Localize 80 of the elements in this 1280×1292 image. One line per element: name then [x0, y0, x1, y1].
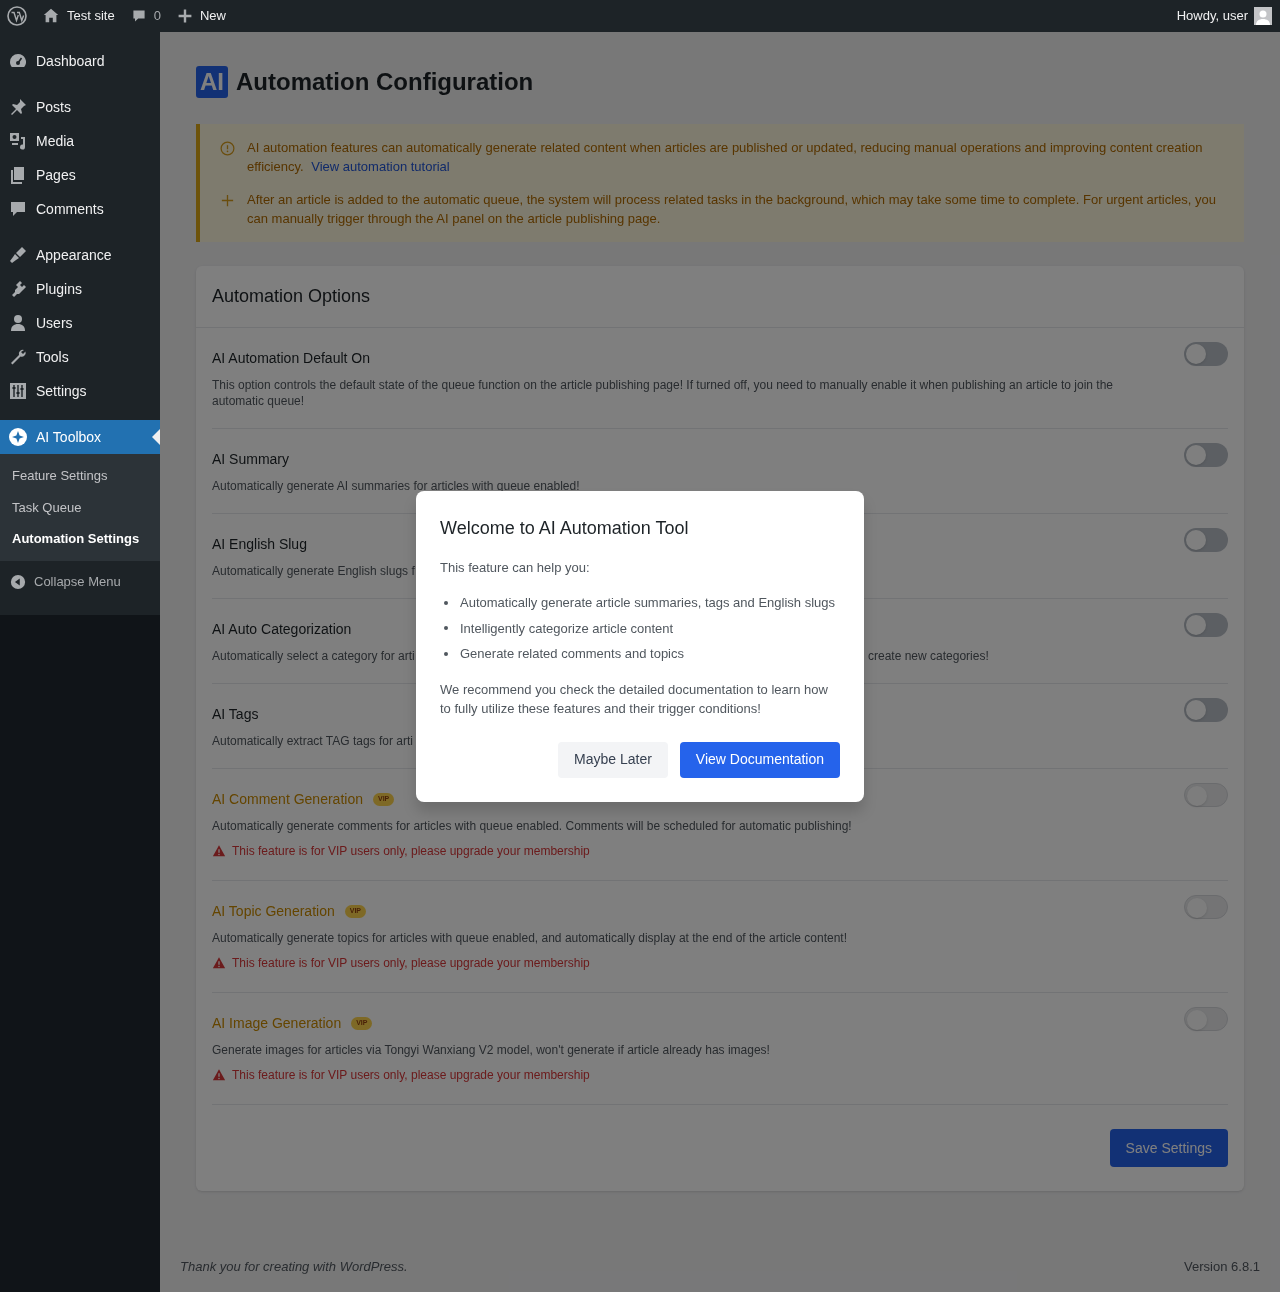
submenu-item[interactable]: Task Queue: [0, 491, 160, 523]
bullet-icon: [444, 626, 448, 631]
option-title: AI Comment Generation: [212, 790, 363, 809]
option-title: AI Topic Generation: [212, 902, 335, 921]
version-text: Version 6.8.1: [1184, 1257, 1260, 1276]
plus-icon: [220, 193, 235, 208]
greeting-text: Howdy, user: [1176, 7, 1248, 26]
submenu-item[interactable]: Automation Settings: [0, 523, 160, 555]
toggle-switch[interactable]: [1184, 613, 1228, 637]
option-description: Automatically generate English slugs f: [212, 563, 415, 579]
sliders-icon: [8, 381, 28, 401]
option-title: AI English Slug: [212, 535, 307, 554]
media-icon: [8, 131, 28, 151]
collapse-icon: [10, 573, 26, 590]
toggle-switch[interactable]: [1184, 698, 1228, 722]
option-description: Automatically generate AI summaries for articles with queue enabled!: [212, 478, 581, 494]
dialog-text: We recommend you check the detailed documentation to learn how to fully utilize these features and their trigger conditions!: [440, 680, 829, 718]
option-description: Automatically generate topics for articles with queue enabled, and automatically display at the end of the article content!: [212, 930, 849, 946]
sidebar-item[interactable]: Media: [0, 124, 160, 158]
account-menu[interactable]: Howdy, user: [1176, 0, 1280, 32]
sidebar-item[interactable]: Pages: [0, 158, 160, 192]
vip-warning-text: This feature is for VIP users only, please upgrade your membership: [232, 1067, 590, 1084]
ai-badge: AI: [196, 66, 228, 98]
dialog-title: Welcome to AI Automation Tool: [440, 516, 690, 540]
collapse-menu-button[interactable]: Collapse Menu: [0, 564, 160, 599]
maybe-later-button[interactable]: Maybe Later: [558, 741, 668, 778]
toggle-switch[interactable]: [1184, 528, 1228, 552]
bullet-icon: [444, 651, 448, 656]
card-title: Automation Options: [212, 285, 372, 308]
avatar-icon: [1254, 7, 1272, 25]
comments-link[interactable]: 0: [122, 0, 169, 32]
footer-text: Thank you for creating with WordPress.: [180, 1257, 408, 1276]
notice-text: AI automation features can automatically generate related content when articles are published or updated, reducing manual operations and improving content creation efficiency. View automation tutorial: [247, 139, 1204, 176]
plus-icon: [176, 8, 193, 24]
sidebar-item[interactable]: Settings: [0, 374, 160, 408]
option-description: Automatically generate comments for articles with queue enabled. Comments will be scheduled for automatic publishing!: [212, 818, 853, 834]
home-icon: [42, 7, 60, 25]
sidebar-item[interactable]: Users: [0, 306, 160, 340]
toggle-switch[interactable]: [1184, 342, 1228, 366]
submenu-item[interactable]: Feature Settings: [0, 460, 160, 492]
sidebar-item[interactable]: Posts: [0, 90, 160, 124]
option-title: AI Automation Default On: [212, 349, 370, 368]
sparkle-icon: [8, 427, 28, 447]
warning-icon: [212, 1068, 226, 1082]
option-description: This option controls the default state of the queue function on the article publishing page! If turned off, you need to manually enable it when publishing an article to join the automatic queue!: [212, 377, 1115, 409]
user-icon: [8, 313, 28, 333]
sidebar-item[interactable]: Appearance: [0, 238, 160, 272]
dialog-text: This feature can help you:: [440, 558, 591, 577]
bullet-text: Automatically generate article summaries, tags and English slugs: [460, 594, 835, 612]
info-icon: [220, 141, 235, 156]
new-link[interactable]: New: [168, 0, 234, 32]
option-description: Automatically extract TAG tags for arti: [212, 733, 413, 749]
option-description: create new categories!: [868, 648, 989, 664]
site-link[interactable]: Test site: [34, 0, 123, 32]
current-item-arrow: [152, 429, 160, 445]
bullet-icon: [444, 600, 448, 605]
comment-icon: [8, 199, 28, 219]
warning-icon: [212, 844, 226, 858]
toggle-switch[interactable]: [1184, 443, 1228, 467]
option-title: AI Tags: [212, 705, 259, 724]
vip-warning-text: This feature is for VIP users only, please upgrade your membership: [232, 955, 590, 972]
option-title: AI Image Generation: [212, 1014, 342, 1033]
comment-icon: [130, 8, 147, 24]
warning-icon: [212, 956, 226, 970]
sidebar-item[interactable]: AI Toolbox: [0, 420, 160, 454]
option-description: Generate images for articles via Tongyi Wanxiang V2 model, won't generate if article already has images!: [212, 1042, 771, 1058]
option-description: Automatically select a category for arti: [212, 648, 415, 664]
brush-icon: [8, 245, 28, 265]
sidebar-item[interactable]: Dashboard: [0, 44, 160, 78]
vip-warning-text: This feature is for VIP users only, please upgrade your membership: [232, 843, 590, 860]
option-title: AI Summary: [212, 450, 289, 469]
option-title: AI Auto Categorization: [212, 620, 352, 639]
page-title: Automation Configuration: [236, 67, 534, 97]
notice-text: After an article is added to the automatic queue, the system will process related tasks in the background, which may take some time to complete. For urgent articles, you can manually trigger through the AI panel on the article publishing page.: [247, 191, 1217, 228]
sidebar-item[interactable]: Comments: [0, 192, 160, 226]
bullet-text: Intelligently categorize article content: [460, 619, 674, 638]
bullet-text: Generate related comments and topics: [460, 645, 684, 663]
view-documentation-button[interactable]: View Documentation: [679, 741, 840, 778]
sidebar-item[interactable]: Plugins: [0, 272, 160, 306]
sidebar-item[interactable]: Tools: [0, 340, 160, 374]
